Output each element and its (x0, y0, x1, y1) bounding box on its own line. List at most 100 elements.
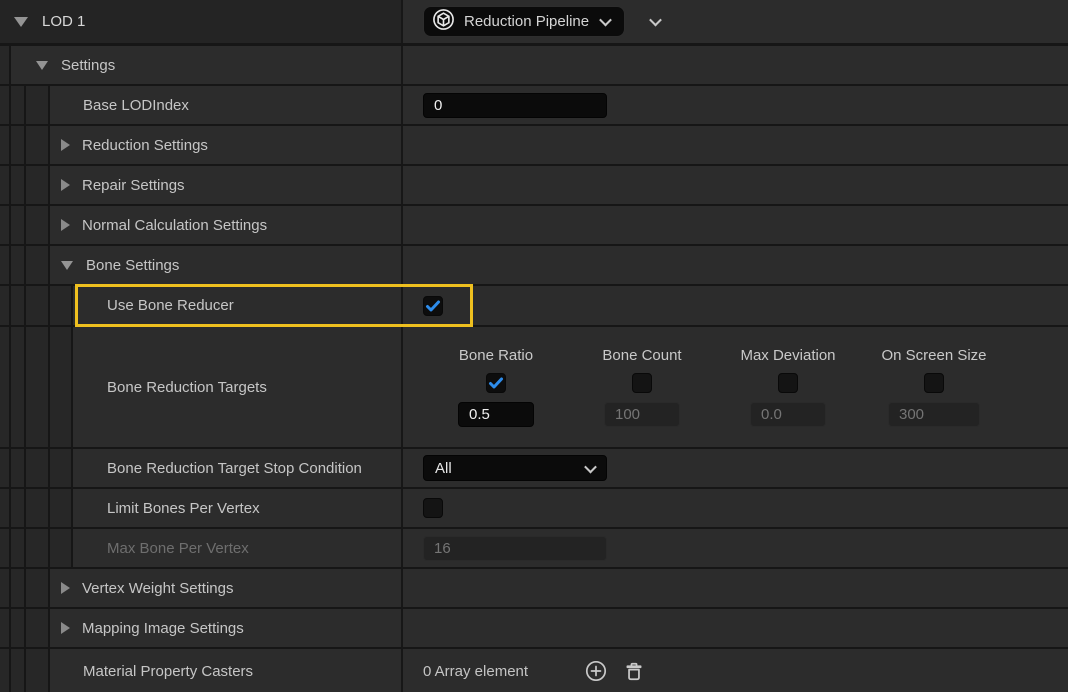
indent-guide (11, 649, 24, 692)
indent-guide (50, 327, 71, 447)
indent-guide (26, 327, 48, 447)
row-limit-bones-per-vertex: Limit Bones Per Vertex (0, 489, 1068, 527)
row-settings-category[interactable]: Settings (0, 46, 1068, 84)
indent-guide (11, 609, 24, 647)
array-element-count: 0 Array element (423, 663, 528, 680)
reduction-pipeline-button[interactable]: Reduction Pipeline (423, 6, 625, 37)
row-max-bone-per-vertex: Max Bone Per Vertex (0, 529, 1068, 567)
row-repair-settings[interactable]: Repair Settings (0, 166, 1068, 204)
indent-guide (11, 126, 24, 164)
stop-condition-dropdown[interactable]: All (423, 455, 607, 481)
target-column-max-deviation: Max Deviation (715, 347, 861, 427)
indent-guide (26, 609, 48, 647)
column-label: Bone Ratio (459, 347, 533, 364)
row-label: Base LODIndex (83, 97, 189, 114)
max-bone-per-vertex-input (423, 536, 607, 561)
use-bone-reducer-checkbox[interactable] (423, 296, 443, 316)
indent-guide (0, 327, 9, 447)
row-material-property-casters: Material Property Casters 0 Array elemen… (0, 649, 1068, 692)
indent-guide (0, 649, 9, 692)
on-screen-size-input (888, 402, 980, 427)
row-normal-calculation-settings[interactable]: Normal Calculation Settings (0, 206, 1068, 244)
indent-guide (0, 206, 9, 244)
delete-array-button[interactable] (623, 660, 645, 683)
row-use-bone-reducer: Use Bone Reducer (0, 286, 1068, 325)
row-label: Bone Settings (86, 257, 179, 274)
pipeline-chevron-down-icon (599, 14, 612, 27)
row-base-lod-index: Base LODIndex (0, 86, 1068, 124)
expander-down-icon[interactable] (61, 261, 73, 270)
expander-right-icon[interactable] (61, 582, 70, 594)
plus-circle-icon (584, 659, 608, 683)
dropdown-chevron-down-icon (584, 460, 597, 473)
limit-bones-per-vertex-checkbox[interactable] (423, 498, 443, 518)
bone-ratio-checkbox[interactable] (486, 373, 506, 393)
max-deviation-input (750, 402, 826, 427)
row-label: Normal Calculation Settings (82, 217, 267, 234)
pipeline-cube-icon (432, 8, 455, 35)
indent-guide (0, 86, 9, 124)
on-screen-size-checkbox[interactable] (924, 373, 944, 393)
expander-right-icon[interactable] (61, 179, 70, 191)
bone-reduction-targets-grid: Bone Ratio Bone Count (423, 327, 1007, 447)
column-label: On Screen Size (881, 347, 986, 364)
indent-guide (11, 166, 24, 204)
indent-guide (50, 286, 71, 325)
expander-right-icon[interactable] (61, 622, 70, 634)
indent-guide (11, 86, 24, 124)
indent-guide (26, 206, 48, 244)
expander-right-icon[interactable] (61, 219, 70, 231)
row-stop-condition: Bone Reduction Target Stop Condition All (0, 449, 1068, 487)
expand-arrow-icon[interactable] (14, 17, 28, 27)
indent-guide (26, 529, 48, 567)
row-label: Repair Settings (82, 177, 185, 194)
row-vertex-weight-settings[interactable]: Vertex Weight Settings (0, 569, 1068, 607)
row-bone-reduction-targets: Bone Reduction Targets Bone Ratio (0, 327, 1068, 447)
row-label: Settings (61, 57, 115, 74)
expander-down-icon[interactable] (36, 61, 48, 70)
pipeline-button-label: Reduction Pipeline (464, 13, 589, 30)
details-panel: LOD 1 Reduction Pipeline (0, 0, 1068, 692)
bone-count-input (604, 402, 680, 427)
indent-guide (50, 489, 71, 527)
indent-guide (0, 609, 9, 647)
row-bone-settings[interactable]: Bone Settings (0, 246, 1068, 284)
indent-guide (0, 286, 9, 325)
lod-title: LOD 1 (42, 13, 85, 30)
row-label: Vertex Weight Settings (82, 580, 233, 597)
indent-guide (50, 529, 71, 567)
row-label: Max Bone Per Vertex (107, 540, 249, 557)
base-lod-index-input[interactable] (423, 93, 607, 118)
add-array-element-button[interactable] (584, 659, 608, 683)
indent-guide (11, 206, 24, 244)
indent-guide (26, 166, 48, 204)
bone-count-checkbox[interactable] (632, 373, 652, 393)
indent-guide (0, 126, 9, 164)
target-column-bone-count: Bone Count (569, 347, 715, 427)
indent-guide (26, 286, 48, 325)
row-label: Bone Reduction Targets (107, 379, 267, 396)
indent-guide (26, 449, 48, 487)
indent-guide (50, 449, 71, 487)
row-label: Bone Reduction Target Stop Condition (107, 460, 362, 477)
row-label: Limit Bones Per Vertex (107, 500, 260, 517)
indent-guide (11, 489, 24, 527)
row-reduction-settings[interactable]: Reduction Settings (0, 126, 1068, 164)
indent-guide (0, 569, 9, 607)
expander-right-icon[interactable] (61, 139, 70, 151)
target-column-on-screen-size: On Screen Size (861, 347, 1007, 427)
indent-guide (26, 86, 48, 124)
header-chevron-down-icon[interactable] (649, 14, 662, 27)
indent-guide (26, 246, 48, 284)
indent-guide (26, 126, 48, 164)
row-mapping-image-settings[interactable]: Mapping Image Settings (0, 609, 1068, 647)
indent-guide (11, 286, 24, 325)
indent-guide (11, 246, 24, 284)
row-label: Reduction Settings (82, 137, 208, 154)
bone-ratio-input[interactable] (458, 402, 534, 427)
indent-guide (0, 166, 9, 204)
indent-guide (0, 46, 9, 84)
max-deviation-checkbox[interactable] (778, 373, 798, 393)
indent-guide (26, 489, 48, 527)
indent-guide (0, 449, 9, 487)
